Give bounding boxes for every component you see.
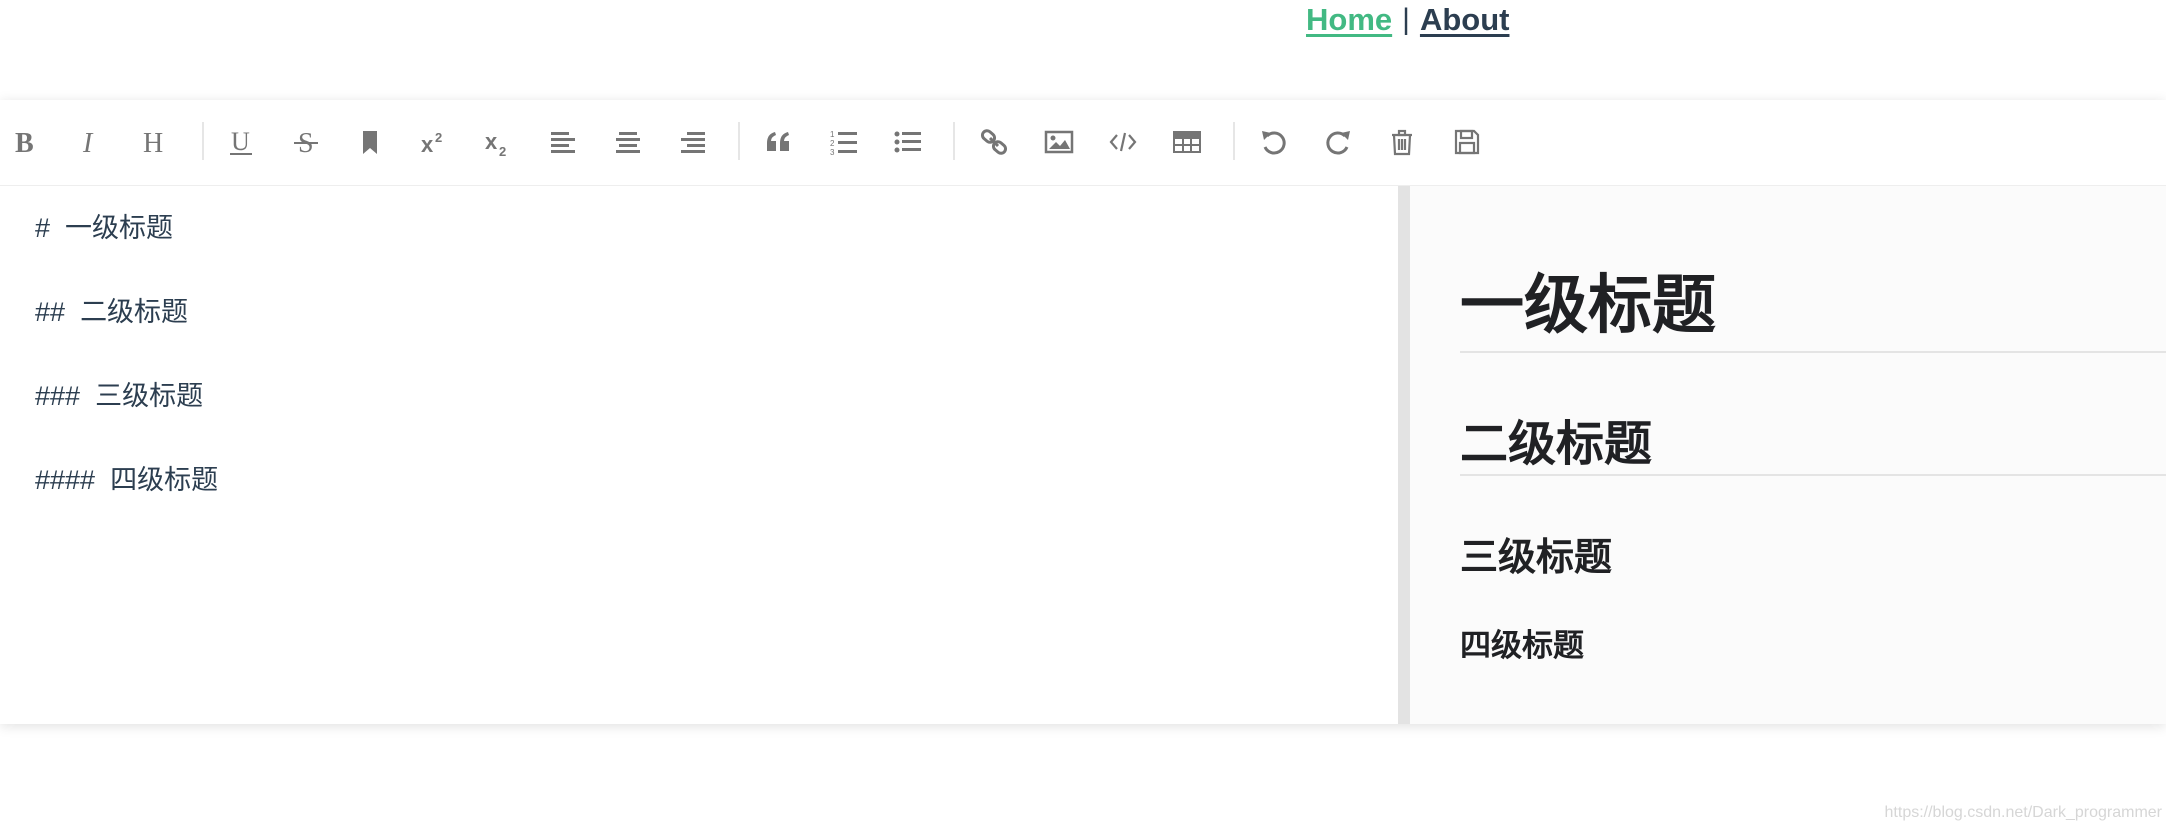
align-right-button[interactable] [671,120,715,164]
svg-text:3: 3 [830,148,835,157]
preview-heading-4: 四级标题 [1460,628,1584,663]
align-left-button[interactable] [541,120,585,164]
top-nav: Home | About [1306,0,1509,40]
toolbar-separator [953,122,955,160]
trash-icon [1392,129,1412,156]
heading-icon: H [143,128,163,157]
code-button[interactable] [1101,120,1145,164]
clear-button[interactable] [1380,120,1424,164]
bold-button[interactable]: B [4,120,48,164]
link-button[interactable] [972,120,1016,164]
source-text: 三级标题 [95,381,204,411]
source-line: ### 三级标题 [35,374,203,413]
svg-text:2: 2 [435,130,442,145]
about-link[interactable]: About [1420,2,1510,38]
source-line: #### 四级标题 [35,458,218,497]
markdown-preview-pane: 一级标题 二级标题 三级标题 四级标题 [1410,186,2166,724]
underline-button[interactable]: U [219,120,263,164]
redo-icon [1326,131,1350,155]
svg-text:H: H [143,128,163,157]
link-icon [980,129,1008,155]
save-button[interactable] [1445,120,1489,164]
svg-text:2: 2 [830,139,835,148]
svg-text:1: 1 [830,130,835,139]
quote-icon [767,132,789,151]
source-text: 四级标题 [110,465,219,495]
heading-marker: # [35,213,51,243]
heading-button[interactable]: H [134,120,178,164]
underline-icon: U [230,127,252,156]
align-center-button[interactable] [606,120,650,164]
svg-text:x: x [421,132,434,157]
toolbar-separator [1233,122,1235,160]
svg-text:U: U [231,127,250,156]
strikethrough-button[interactable]: S [284,120,328,164]
markdown-source-pane[interactable]: # 一级标题 ## 二级标题 ### 三级标题 #### 四级标题 [0,186,1398,724]
watermark: https://blog.csdn.net/Dark_programmer [1884,804,2162,821]
table-button[interactable] [1165,120,1209,164]
editor-toolbar: B I H U S x2 x2 1 2 3 [0,100,2166,186]
heading-marker: ## [35,297,66,327]
undo-button[interactable] [1252,120,1296,164]
nav-separator: | [1402,3,1410,36]
ordered-list-button[interactable]: 123 [822,120,866,164]
italic-button[interactable]: I [68,120,112,164]
svg-text:B: B [15,128,34,157]
source-line: # 一级标题 [35,206,173,245]
toolbar-separator [202,122,204,160]
svg-text:x: x [485,129,498,154]
unordered-list-icon [894,131,921,153]
save-icon [1454,129,1480,155]
subscript-button[interactable]: x2 [477,120,521,164]
svg-text:2: 2 [499,144,506,157]
code-icon [1109,132,1137,152]
undo-icon [1262,131,1286,155]
ordered-list-icon: 123 [830,130,857,157]
preview-heading-1: 一级标题 [1460,269,1716,341]
superscript-button[interactable]: x2 [413,120,457,164]
source-text: 二级标题 [80,297,189,327]
align-right-icon [681,132,705,153]
subscript-icon: x2 [485,129,506,157]
markdown-editor: B I H U S x2 x2 1 2 3 # 一级标题 ## 二级标题 ###… [0,100,2166,724]
bookmark-button[interactable] [348,120,392,164]
bold-icon: B [15,128,34,157]
bookmark-icon [363,131,377,154]
home-link[interactable]: Home [1306,2,1392,38]
align-center-icon [616,132,640,153]
heading-marker: #### [35,465,96,495]
table-icon [1173,131,1201,153]
toolbar-separator [738,122,740,160]
heading-rule [1460,474,2166,476]
source-text: 一级标题 [65,213,174,243]
image-icon [1044,130,1074,154]
unordered-list-button[interactable] [886,120,930,164]
image-button[interactable] [1037,120,1081,164]
preview-heading-2: 二级标题 [1460,418,1653,471]
align-left-icon [551,132,575,153]
blockquote-button[interactable] [757,120,801,164]
source-line: ## 二级标题 [35,290,188,329]
heading-marker: ### [35,381,81,411]
preview-heading-3: 三级标题 [1460,537,1613,579]
strikethrough-icon: S [294,128,318,157]
superscript-icon: x2 [421,130,442,157]
italic-icon: I [82,128,94,157]
heading-rule [1460,351,2166,353]
svg-text:I: I [82,128,94,157]
pane-divider[interactable] [1398,186,1410,724]
redo-button[interactable] [1316,120,1360,164]
